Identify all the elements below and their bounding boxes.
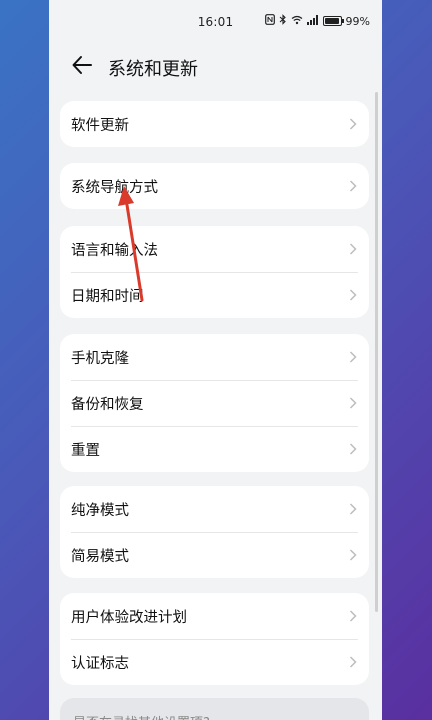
backup-restore-item[interactable]: 备份和恢复 — [60, 380, 369, 426]
user-experience-item[interactable]: 用户体验改进计划 — [60, 593, 369, 639]
date-time-item[interactable]: 日期和时间 — [60, 272, 369, 318]
item-label: 备份和恢复 — [71, 396, 144, 413]
chevron-right-icon — [349, 656, 357, 668]
settings-group: 系统导航方式 — [60, 163, 369, 209]
nfc-icon — [264, 14, 275, 28]
settings-group: 软件更新 — [60, 101, 369, 147]
chevron-right-icon — [349, 351, 357, 363]
chevron-right-icon — [349, 443, 357, 455]
certification-item[interactable]: 认证标志 — [60, 639, 369, 685]
navigation-mode-item[interactable]: 系统导航方式 — [60, 163, 369, 209]
chevron-right-icon — [349, 549, 357, 561]
reset-item[interactable]: 重置 — [60, 426, 369, 472]
phone-screen: 16:01 99% 系统和更新 软件更新 系统导航方式 语言和输入法 日期和时间… — [49, 0, 382, 720]
language-input-item[interactable]: 语言和输入法 — [60, 226, 369, 272]
item-label: 手机克隆 — [71, 350, 129, 367]
battery-percent: 99% — [345, 14, 370, 28]
item-label: 纯净模式 — [71, 502, 129, 519]
item-label: 语言和输入法 — [71, 242, 158, 259]
software-update-item[interactable]: 软件更新 — [60, 101, 369, 147]
pure-mode-item[interactable]: 纯净模式 — [60, 486, 369, 532]
search-hint-card[interactable]: 是否在寻找其他设置项? — [60, 698, 369, 720]
settings-group: 手机克隆 备份和恢复 重置 — [60, 334, 369, 472]
item-label: 日期和时间 — [71, 288, 144, 305]
search-hint-text: 是否在寻找其他设置项? — [73, 712, 210, 720]
item-label: 重置 — [71, 442, 100, 459]
wifi-icon — [291, 15, 303, 28]
item-label: 软件更新 — [71, 117, 129, 134]
page-title: 系统和更新 — [108, 59, 198, 80]
simple-mode-item[interactable]: 简易模式 — [60, 532, 369, 578]
chevron-right-icon — [349, 289, 357, 301]
settings-group: 用户体验改进计划 认证标志 — [60, 593, 369, 685]
status-icons: 99% — [264, 14, 370, 28]
back-arrow-icon[interactable] — [71, 54, 93, 76]
chevron-right-icon — [349, 503, 357, 515]
title-bar: 系统和更新 — [49, 50, 382, 82]
chevron-right-icon — [349, 397, 357, 409]
item-label: 系统导航方式 — [71, 179, 158, 196]
scrollbar[interactable] — [375, 92, 378, 612]
status-bar: 16:01 99% — [49, 8, 382, 34]
chevron-right-icon — [349, 243, 357, 255]
item-label: 简易模式 — [71, 548, 129, 565]
settings-group: 语言和输入法 日期和时间 — [60, 226, 369, 318]
bluetooth-icon — [279, 14, 287, 28]
chevron-right-icon — [349, 180, 357, 192]
chevron-right-icon — [349, 118, 357, 130]
signal-icon — [306, 14, 319, 28]
item-label: 用户体验改进计划 — [71, 609, 187, 626]
battery-icon — [322, 16, 344, 26]
phone-clone-item[interactable]: 手机克隆 — [60, 334, 369, 380]
item-label: 认证标志 — [71, 655, 129, 672]
settings-group: 纯净模式 简易模式 — [60, 486, 369, 578]
chevron-right-icon — [349, 610, 357, 622]
